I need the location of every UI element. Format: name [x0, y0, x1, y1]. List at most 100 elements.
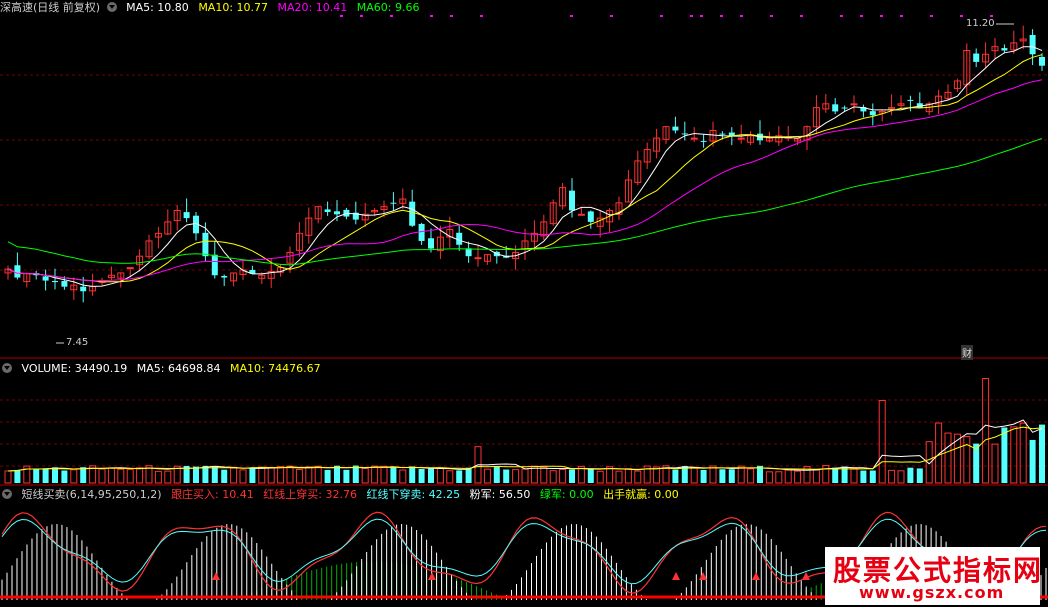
dropdown-icon[interactable] [106, 2, 117, 12]
volume-bar [380, 465, 388, 484]
volume-ma5: MA5: 64698.84 [136, 362, 221, 375]
signal-marker [880, 15, 883, 17]
volume-bar [728, 469, 735, 483]
volume-ma10: MA10: 74476.67 [229, 362, 321, 375]
signal-marker [480, 15, 483, 17]
volume-bar [361, 467, 369, 484]
volume-bar [812, 469, 820, 484]
volume-bar [61, 470, 68, 483]
indicator-item-cross-down-sell: 红线下穿卖: 42.25 [366, 488, 461, 501]
volume-bar [549, 470, 557, 484]
volume-bar [343, 469, 350, 483]
signal-marker [740, 15, 743, 17]
candle-body [1039, 56, 1045, 66]
volume-bar [973, 443, 980, 483]
financial-event-tag[interactable]: 财 [961, 345, 973, 360]
volume-bar [897, 470, 905, 484]
volume-chart-panel[interactable]: VOLUME: 34490.19 MA5: 64698.84 MA10: 744… [0, 360, 1048, 486]
volume-value: VOLUME: 34490.19 [21, 362, 128, 375]
volume-bar [371, 465, 379, 484]
volume-bar [436, 467, 444, 484]
volume-bar [634, 470, 642, 484]
volume-bar [869, 470, 876, 483]
dropdown-icon[interactable] [2, 489, 12, 499]
indicator-item-pink-army: 粉军: 56.50 [469, 488, 531, 501]
volume-bar [784, 469, 792, 484]
indicator-item-sure-win: 出手就赢: 0.00 [603, 488, 679, 501]
candle-body [690, 137, 698, 140]
volume-bar [596, 470, 604, 484]
ma10-label: MA10: 10.77 [198, 1, 269, 14]
volume-bar [314, 465, 322, 484]
volume-bar [277, 466, 285, 484]
volume-bar [136, 467, 144, 484]
candle-body [577, 213, 585, 216]
volume-bar [211, 466, 218, 483]
chart-mode: (日线 前复权) [33, 1, 101, 14]
candle-body [569, 190, 575, 211]
volume-bar [653, 466, 661, 484]
volume-bar [916, 468, 923, 483]
buy-signal-arrow [802, 572, 810, 580]
volume-bar [267, 467, 275, 484]
price-chart-panel[interactable]: 深高速(日线 前复权) MA5: 10.80 MA10: 10.77 MA20:… [0, 0, 1048, 360]
volume-bar [521, 468, 529, 484]
volume-bar [286, 465, 294, 484]
volume-bar [747, 468, 755, 484]
candle-body [126, 267, 134, 270]
ma20-label: MA20: 10.41 [277, 1, 348, 14]
volume-bar [540, 466, 548, 484]
indicator-item-green-army: 绿军: 0.00 [539, 488, 594, 501]
candle-body [1029, 34, 1036, 55]
signal-marker [690, 15, 693, 17]
candle-body [221, 275, 228, 278]
volume-bar [390, 467, 397, 483]
indicator-header: 短线买卖(6,14,95,250,1,2) 跟庄买入: 10.41 红线上穿买:… [0, 487, 685, 503]
volume-bar [324, 469, 331, 483]
volume-bar [42, 468, 49, 483]
dropdown-icon[interactable] [2, 363, 12, 373]
volume-bar [352, 465, 359, 483]
volume-bar [456, 470, 463, 483]
signal-marker [450, 15, 453, 17]
volume-bar [334, 465, 340, 483]
volume-bar [483, 468, 491, 484]
volume-bar [418, 469, 425, 483]
volume-bar [860, 470, 867, 483]
candle-body [61, 280, 68, 287]
volume-bar [80, 467, 87, 483]
volume-bar [98, 468, 106, 484]
volume-bar [249, 467, 256, 483]
buy-signal-arrow [752, 572, 760, 580]
stock-name: 深高速 [0, 1, 33, 14]
candle-body [324, 209, 331, 212]
volume-bar [399, 469, 407, 484]
price-chart[interactable] [0, 0, 1048, 360]
volume-bar [850, 467, 858, 484]
signal-marker [840, 15, 843, 17]
volume-bar [295, 468, 303, 484]
candle-body [700, 140, 707, 142]
volume-bar [794, 470, 802, 484]
signal-marker [770, 15, 773, 17]
volume-bar [52, 467, 58, 483]
indicator-item-follow-buy: 跟庄买入: 10.41 [171, 488, 254, 501]
signal-marker [960, 15, 963, 17]
price-header: 深高速(日线 前复权) MA5: 10.80 MA10: 10.77 MA20:… [0, 0, 425, 16]
candle-body [456, 232, 463, 245]
candle-body [409, 201, 416, 226]
candle-body [428, 238, 434, 249]
signal-marker [610, 15, 613, 17]
volume-bar [709, 465, 717, 484]
volume-chart[interactable] [0, 360, 1048, 486]
volume-bar [193, 466, 199, 483]
high-price-label: 11.20 [966, 18, 995, 29]
signal-marker [700, 15, 703, 17]
candle-body [334, 211, 340, 215]
volume-bar [559, 469, 567, 484]
volume-ma5-line [7, 419, 1043, 472]
volume-bar [446, 470, 454, 484]
ma60-label: MA60: 9.66 [356, 1, 420, 14]
signal-marker [660, 15, 663, 17]
candle-body [681, 133, 688, 135]
